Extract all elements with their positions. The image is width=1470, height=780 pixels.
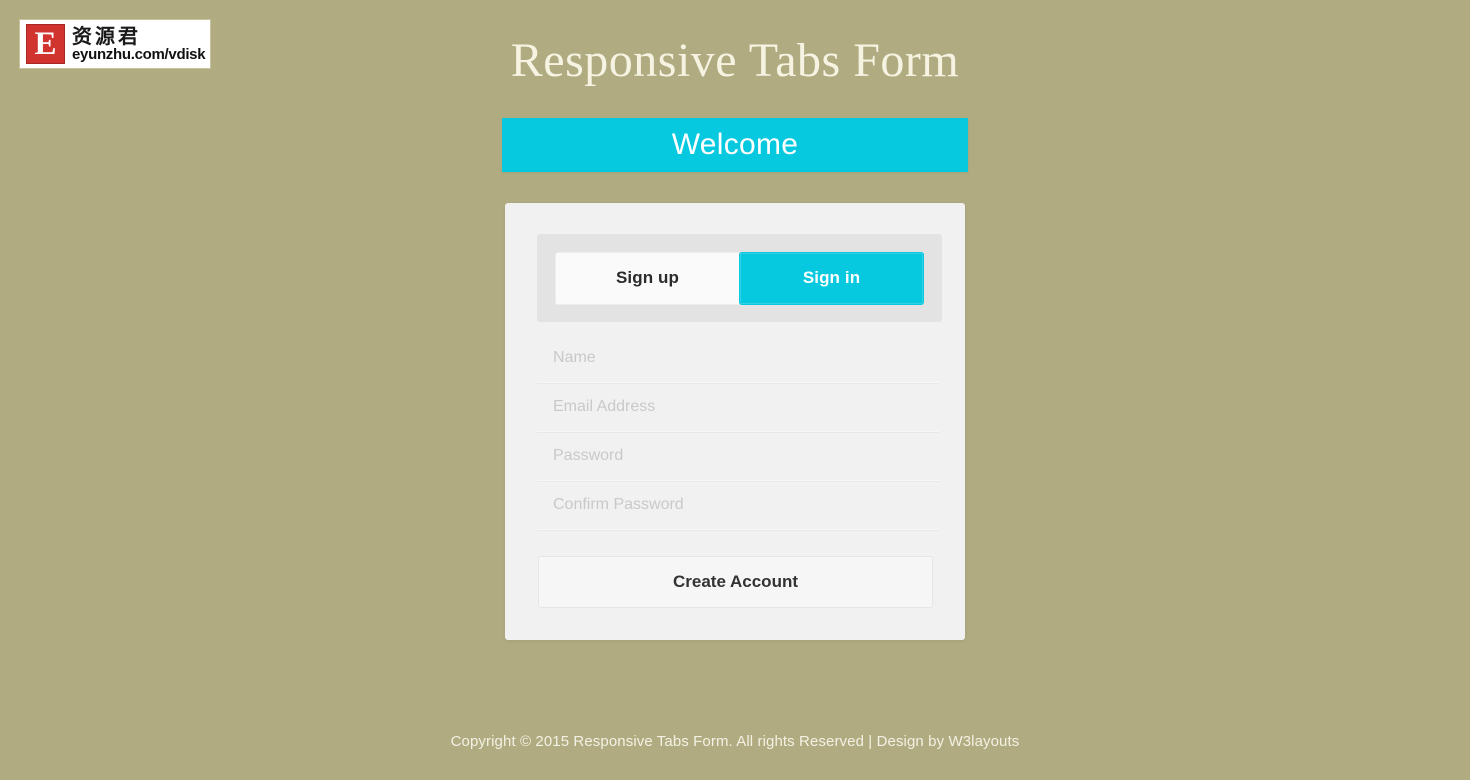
- field-confirm-password: [537, 481, 939, 530]
- tab-signup[interactable]: Sign up: [555, 251, 739, 305]
- signup-form-card: Sign up Sign in Create Account: [505, 203, 965, 640]
- tab-signin-label: Sign in: [802, 268, 861, 287]
- welcome-banner-label: Welcome: [671, 128, 799, 161]
- tab-bar: Sign up Sign in: [537, 234, 942, 322]
- footer-copyright: Copyright © 2015 Responsive Tabs Form. A…: [450, 733, 1020, 750]
- tab-signup-label: Sign up: [615, 268, 680, 287]
- tab-signin[interactable]: Sign in: [739, 251, 924, 305]
- form-fields: [537, 334, 939, 530]
- field-password: [537, 432, 939, 481]
- password-input[interactable]: [537, 447, 939, 465]
- page-title: Responsive Tabs Form: [510, 34, 960, 87]
- welcome-banner: Welcome: [502, 118, 968, 172]
- confirm-password-input[interactable]: [537, 496, 939, 514]
- email-input[interactable]: [537, 398, 939, 416]
- create-account-button[interactable]: Create Account: [538, 556, 933, 608]
- field-name: [537, 334, 939, 383]
- field-email: [537, 383, 939, 432]
- name-input[interactable]: [537, 349, 939, 367]
